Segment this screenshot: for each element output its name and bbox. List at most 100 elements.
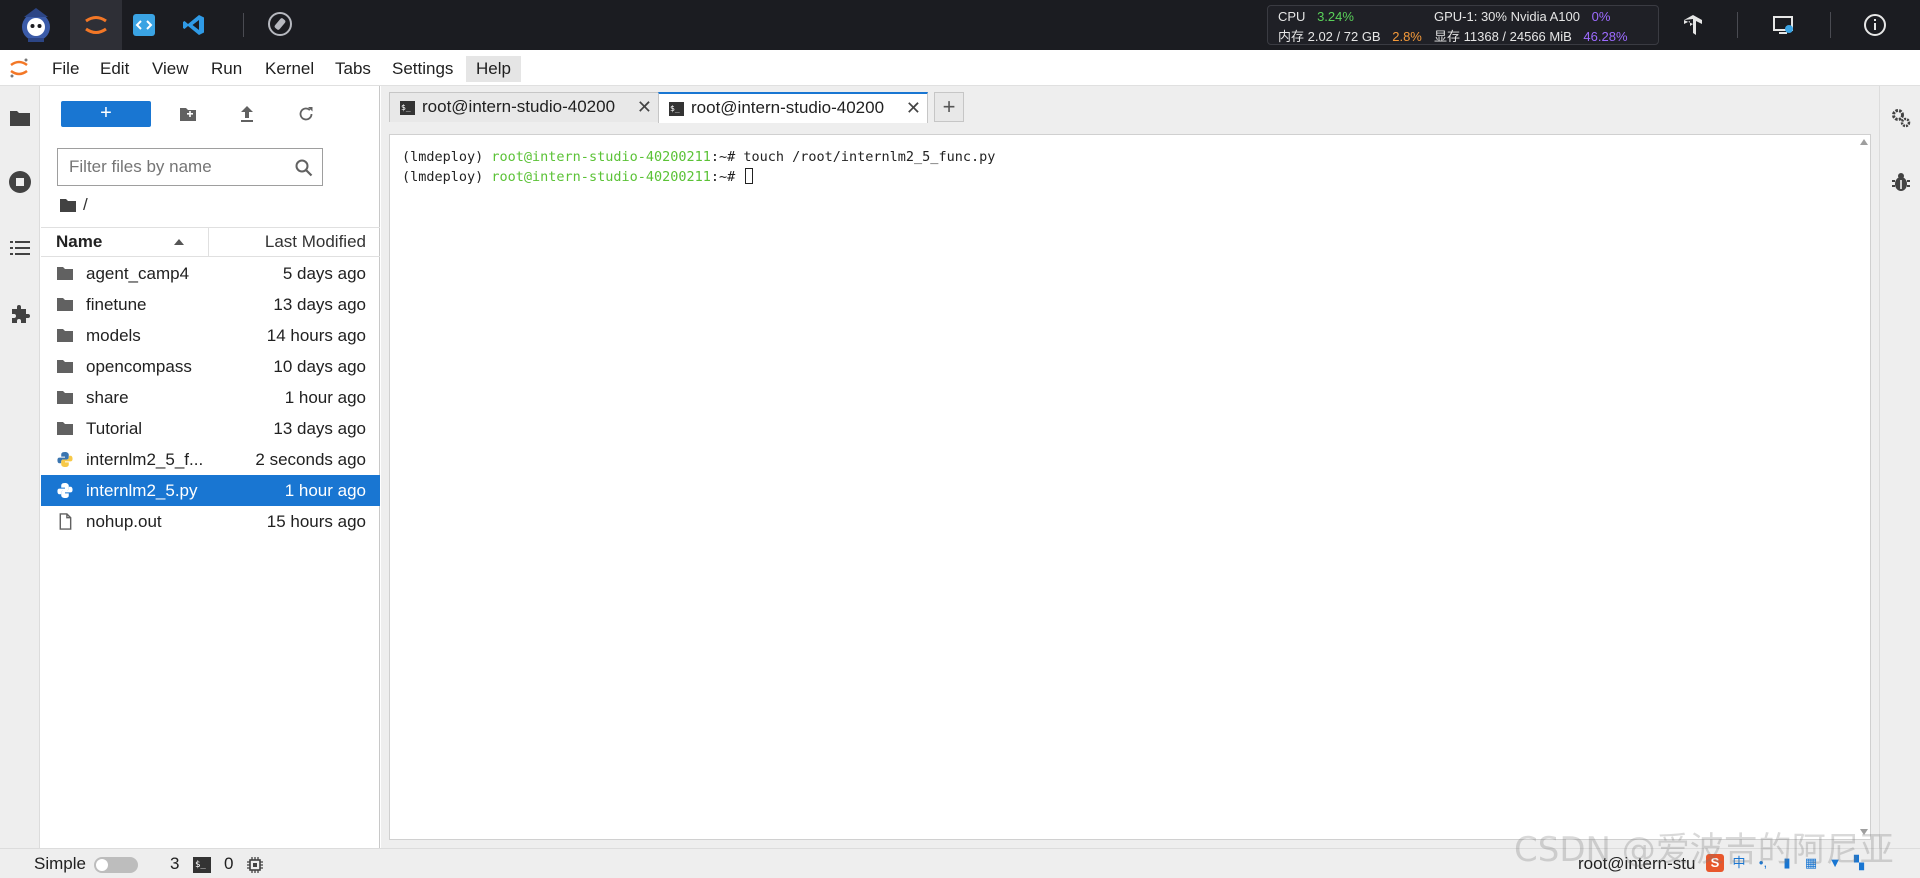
tab-terminal-1[interactable]: $_ root@intern-studio-40200 ✕: [389, 92, 659, 122]
folder-icon: [57, 298, 73, 311]
left-activity-bar: [0, 86, 40, 848]
file-row[interactable]: nohup.out 15 hours ago: [41, 506, 380, 537]
scroll-up-arrow-icon[interactable]: [1860, 139, 1868, 145]
top-app-bar: CPU 3.24% 内存 2.02 / 72 GB 2.8% GPU-1: 30…: [0, 0, 1920, 50]
terminal-host: root@intern-studio-40200211: [491, 149, 711, 165]
simple-mode-toggle[interactable]: [94, 857, 138, 873]
file-modified: 14 hours ago: [266, 326, 366, 345]
terminal-cursor: [745, 168, 754, 184]
new-launcher-button[interactable]: +: [61, 101, 151, 127]
breadcrumb-root[interactable]: /: [83, 195, 88, 215]
python-file-icon: [57, 451, 73, 468]
watermark: CSDN @爱波吉的阿尼亚: [1514, 830, 1894, 870]
menu-settings[interactable]: Settings: [382, 56, 463, 82]
file-name: opencompass: [86, 357, 192, 376]
file-modified: 1 hour ago: [284, 388, 366, 407]
close-icon[interactable]: ✕: [906, 98, 921, 119]
tab-terminal-2[interactable]: $_ root@intern-studio-40200 ✕: [658, 92, 928, 123]
file-name: finetune: [86, 295, 147, 314]
column-modified-header[interactable]: Last Modified: [265, 228, 366, 256]
vram-value: 46.28%: [1583, 29, 1628, 44]
menu-bar: File Edit View Run Kernel Tabs Settings …: [0, 50, 1920, 86]
refresh-icon[interactable]: [294, 102, 318, 126]
file-browser-panel: + / Name Last Modified agent_camp4 5 day…: [41, 86, 380, 848]
memory-label: 内存 2.02 / 72 GB: [1278, 29, 1381, 44]
new-folder-icon[interactable]: [176, 102, 200, 126]
right-activity-bar: [1879, 86, 1920, 848]
menu-kernel[interactable]: Kernel: [255, 56, 324, 82]
python-file-icon: [57, 482, 73, 499]
file-row[interactable]: agent_camp4 5 days ago: [41, 258, 380, 289]
text-file-icon: [59, 513, 72, 530]
column-name-header[interactable]: Name: [41, 228, 209, 256]
terminal-panel[interactable]: (lmdeploy) root@intern-studio-40200211:~…: [389, 134, 1871, 840]
file-row[interactable]: share 1 hour ago: [41, 382, 380, 413]
debugger-bug-icon[interactable]: [1889, 170, 1913, 194]
tab-label: root@intern-studio-40200: [691, 98, 885, 117]
table-of-contents-icon[interactable]: [8, 236, 32, 260]
terminal-host: root@intern-studio-40200211: [491, 169, 711, 185]
tensorflow-icon[interactable]: [1680, 12, 1706, 38]
file-row[interactable]: opencompass 10 days ago: [41, 351, 380, 382]
vscode-icon[interactable]: [168, 0, 220, 50]
menu-help[interactable]: Help: [466, 56, 521, 82]
folder-icon: [60, 198, 76, 212]
cpu-value: 3.24%: [1317, 9, 1354, 24]
file-name: nohup.out: [86, 512, 162, 531]
terminal-env: (lmdeploy): [402, 169, 492, 185]
jupyterlab-app-icon[interactable]: [70, 0, 122, 50]
menu-run[interactable]: Run: [201, 56, 252, 82]
file-row[interactable]: finetune 13 days ago: [41, 289, 380, 320]
gpu-value: 0%: [1591, 9, 1611, 24]
toolbar-divider: [1737, 12, 1738, 38]
simple-mode-label: Simple: [34, 854, 86, 873]
file-modified: 1 hour ago: [284, 481, 366, 500]
extensions-puzzle-icon[interactable]: [8, 302, 32, 326]
file-row-selected[interactable]: internlm2_5.py 1 hour ago: [41, 475, 380, 506]
folder-icon[interactable]: [8, 106, 32, 130]
menu-tabs[interactable]: Tabs: [325, 56, 381, 82]
sort-ascending-icon: [174, 239, 184, 245]
main-dock-area: $_ root@intern-studio-40200 ✕ $_ root@in…: [381, 86, 1879, 848]
code-server-icon[interactable]: [118, 0, 170, 50]
cpu-chip-icon[interactable]: [246, 856, 264, 874]
monitor-settings-icon[interactable]: [1770, 12, 1796, 38]
file-row[interactable]: Tutorial 13 days ago: [41, 413, 380, 444]
folder-icon: [57, 329, 73, 342]
property-inspector-gears-icon[interactable]: [1889, 106, 1913, 130]
file-name: models: [86, 326, 141, 345]
running-sessions-icon[interactable]: [8, 170, 32, 194]
file-list-header: Name Last Modified: [41, 227, 380, 257]
file-row[interactable]: models 14 hours ago: [41, 320, 380, 351]
new-tab-button[interactable]: +: [934, 92, 964, 122]
file-modified: 15 hours ago: [266, 512, 366, 531]
folder-icon: [57, 422, 73, 435]
info-icon[interactable]: [1862, 12, 1888, 38]
terminal-prompt: :~#: [710, 169, 744, 185]
close-icon[interactable]: ✕: [637, 97, 652, 118]
file-filter-input[interactable]: [58, 149, 288, 185]
breadcrumb[interactable]: /: [59, 194, 88, 216]
running-terminals-count[interactable]: 0: [224, 853, 233, 875]
vram-label: 显存 11368 / 24566 MiB: [1434, 29, 1572, 44]
gpu-label: GPU-1: 30% Nvidia A100: [1434, 9, 1580, 24]
intern-studio-logo-icon[interactable]: [10, 0, 62, 50]
file-modified: 10 days ago: [273, 357, 366, 376]
menu-edit[interactable]: Edit: [90, 56, 139, 82]
folder-icon: [57, 360, 73, 373]
terminal-line: (lmdeploy) root@intern-studio-40200211:~…: [402, 168, 754, 185]
jupyter-logo-icon: [10, 58, 28, 78]
upload-icon[interactable]: [235, 102, 259, 126]
terminal-command: touch /root/internlm2_5_func.py: [743, 149, 996, 165]
file-modified: 13 days ago: [273, 419, 366, 438]
file-row[interactable]: internlm2_5_f... 2 seconds ago: [41, 444, 380, 475]
resource-monitor: CPU 3.24% 内存 2.02 / 72 GB 2.8% GPU-1: 30…: [1267, 5, 1659, 45]
compass-icon[interactable]: [268, 12, 292, 36]
cpu-label: CPU: [1278, 9, 1306, 24]
file-modified: 13 days ago: [273, 295, 366, 314]
running-kernels-count[interactable]: 3: [170, 853, 179, 875]
menu-file[interactable]: File: [42, 56, 89, 82]
menu-view[interactable]: View: [142, 56, 199, 82]
terminal-line: (lmdeploy) root@intern-studio-40200211:~…: [402, 149, 995, 165]
file-filter-field[interactable]: [57, 148, 323, 186]
